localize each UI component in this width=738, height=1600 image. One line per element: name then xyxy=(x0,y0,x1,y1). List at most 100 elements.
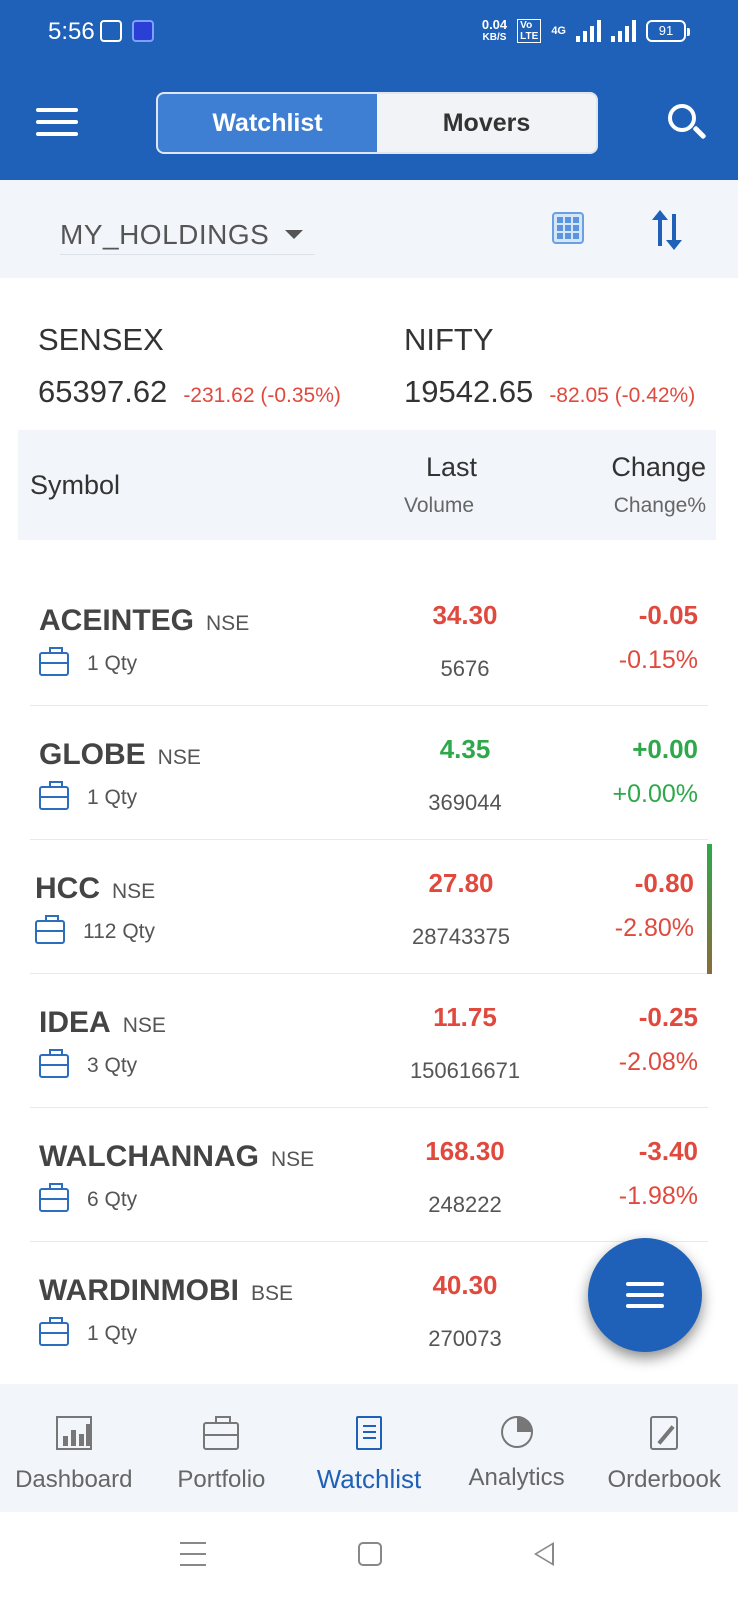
price-change-pct: -2.80% xyxy=(614,914,694,942)
symbol-name: ACEINTEG xyxy=(39,604,195,637)
exchange-label: NSE xyxy=(157,746,201,769)
header-volume: Volume xyxy=(404,494,475,517)
battery-icon: 91 xyxy=(646,20,690,42)
notification-icons xyxy=(100,20,154,42)
table-header: Symbol Last Volume Change Change% xyxy=(18,430,716,540)
volume: 150616671 xyxy=(409,1058,521,1083)
holding-qty: 6 Qty xyxy=(87,1188,138,1211)
briefcase-icon xyxy=(203,1416,240,1450)
index-value: 19542.65 xyxy=(404,374,534,409)
briefcase-icon xyxy=(39,781,69,810)
holding-qty: 1 Qty xyxy=(87,652,138,675)
watchlist-name: MY_HOLDINGS xyxy=(60,218,270,250)
nav-watchlist[interactable]: Watchlist xyxy=(295,1384,443,1512)
holding-qty: 1 Qty xyxy=(87,1322,138,1345)
pie-chart-icon xyxy=(500,1416,533,1448)
nav-analytics[interactable]: Analytics xyxy=(443,1384,591,1512)
tab-watchlist[interactable]: Watchlist xyxy=(158,94,377,152)
tab-movers[interactable]: Movers xyxy=(377,94,596,152)
signal-2-icon xyxy=(611,20,636,42)
exchange-label: BSE xyxy=(250,1282,294,1305)
search-icon[interactable] xyxy=(668,104,708,144)
holding-qty: 3 Qty xyxy=(87,1054,138,1077)
nav-label: Orderbook xyxy=(607,1466,721,1493)
system-navigation-bar xyxy=(0,1512,738,1600)
app-header: 5:56 0.04 KB/S Vo LTE 4G 91 Watchlist Mov… xyxy=(0,0,738,180)
index-name: NIFTY xyxy=(404,322,494,357)
price-change-pct: -1.98% xyxy=(618,1182,698,1210)
floating-menu-button[interactable] xyxy=(588,1238,702,1352)
briefcase-icon xyxy=(39,1317,69,1346)
table-row[interactable]: IDEA NSE 3 Qty 11.75 150616671 -0.25 -2.0… xyxy=(30,974,708,1108)
header-symbol: Symbol xyxy=(30,470,121,500)
exchange-label: NSE xyxy=(112,880,156,903)
nav-orderbook[interactable]: Orderbook xyxy=(590,1384,738,1512)
sort-icon[interactable] xyxy=(650,210,686,250)
nav-portfolio[interactable]: Portfolio xyxy=(148,1384,296,1512)
symbol-name: GLOBE xyxy=(39,738,146,771)
price-change: -0.05 xyxy=(638,600,698,630)
table-row[interactable]: HCC NSE 112 Qty 27.80 28743375 -0.80 -2.8… xyxy=(30,840,712,974)
nav-label: Dashboard xyxy=(15,1466,133,1493)
chart-icon xyxy=(55,1416,92,1450)
last-price: 168.30 xyxy=(425,1136,505,1166)
briefcase-icon xyxy=(39,1049,69,1078)
volte-icon: Vo LTE xyxy=(517,19,542,43)
net-speed: 0.04 KB/S xyxy=(481,17,508,43)
symbol-name: IDEA xyxy=(39,1006,111,1039)
signal-icon xyxy=(576,20,601,42)
holding-qty: 112 Qty xyxy=(83,920,155,943)
back-icon[interactable] xyxy=(534,1542,554,1566)
price-change-pct: -0.15% xyxy=(618,646,698,674)
home-icon[interactable] xyxy=(358,1542,382,1566)
briefcase-icon xyxy=(35,915,65,944)
last-price: 27.80 xyxy=(428,868,494,898)
volume: 248222 xyxy=(428,1192,502,1217)
status-time: 5:56 xyxy=(48,18,95,45)
price-change: -0.80 xyxy=(634,868,694,898)
last-price: 34.30 xyxy=(432,600,498,630)
edit-note-icon xyxy=(650,1416,679,1450)
grid-view-icon[interactable] xyxy=(552,212,584,244)
price-change: +0.00 xyxy=(632,734,698,764)
watchlist-dropdown[interactable]: MY_HOLDINGS xyxy=(60,215,315,255)
symbol-name: WALCHANNAG xyxy=(39,1140,259,1173)
exchange-label: NSE xyxy=(122,1014,166,1037)
hamburger-menu-icon[interactable] xyxy=(36,108,78,136)
table-row[interactable]: GLOBE NSE 1 Qty 4.35 369044 +0.00 +0.00% xyxy=(30,706,708,840)
bottom-navigation: Dashboard Portfolio Watchlist Analytics … xyxy=(0,1384,738,1512)
status-indicators: 0.04 KB/S Vo LTE 4G 91 xyxy=(481,17,690,44)
exchange-label: NSE xyxy=(206,612,250,635)
index-value: 65397.62 xyxy=(38,374,168,409)
view-toggle: Watchlist Movers xyxy=(156,92,598,154)
nav-label: Watchlist xyxy=(316,1464,422,1494)
price-change: -0.25 xyxy=(638,1002,698,1032)
document-icon xyxy=(355,1416,382,1450)
index-sensex[interactable]: SENSEX 65397.62 -231.62 (-0.35%) xyxy=(38,322,341,410)
table-row[interactable]: ACEINTEG NSE 1 Qty 34.30 5676 -0.05 -0.15… xyxy=(30,572,708,706)
briefcase-icon xyxy=(39,647,69,676)
nav-label: Portfolio xyxy=(177,1466,266,1493)
recent-apps-icon[interactable] xyxy=(180,1542,206,1575)
volume: 5676 xyxy=(440,656,490,681)
last-price: 11.75 xyxy=(433,1002,497,1032)
index-nifty[interactable]: NIFTY 19542.65 -82.05 (-0.42%) xyxy=(404,322,695,410)
table-row[interactable]: WALCHANNAG NSE 6 Qty 168.30 248222 -3.40 … xyxy=(30,1108,708,1242)
briefcase-icon xyxy=(39,1183,69,1212)
header-change-pct: Change% xyxy=(613,494,706,517)
index-change: -82.05 (-0.42%) xyxy=(549,384,696,407)
index-change: -231.62 (-0.35%) xyxy=(183,384,341,407)
network-type: 4G xyxy=(551,25,566,37)
header-change: Change xyxy=(611,452,706,482)
chevron-down-icon xyxy=(285,230,304,239)
swipe-edge-indicator xyxy=(707,844,712,974)
index-name: SENSEX xyxy=(38,322,164,357)
last-price: 4.35 xyxy=(439,734,491,764)
nav-dashboard[interactable]: Dashboard xyxy=(0,1384,148,1512)
symbol-name: HCC xyxy=(35,872,100,905)
watchlist-filter-bar: MY_HOLDINGS xyxy=(0,180,738,278)
header-last: Last xyxy=(426,452,478,482)
volume: 28743375 xyxy=(412,924,510,949)
symbol-name: WARDINMOBI xyxy=(39,1274,239,1307)
app-notification-icon xyxy=(132,20,154,42)
